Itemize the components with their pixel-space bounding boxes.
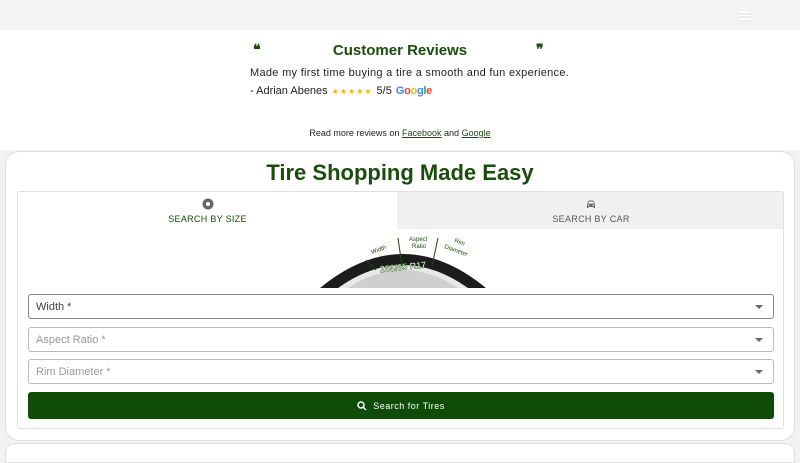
chevron-down-icon [755,338,763,342]
review-author: - Adrian Abenes [250,85,328,97]
tab-search-by-size[interactable]: SEARCH BY SIZE [18,192,397,229]
search-tires-button[interactable]: Search for Tires [28,392,774,419]
search-panel: SEARCH BY SIZE SEARCH BY CAR Width Aspec… [17,191,784,429]
hamburger-menu-icon[interactable] [735,9,755,23]
page-title: Tire Shopping Made Easy [266,160,534,185]
rim-label-1: Rim [453,238,465,247]
width-select[interactable]: Width * [28,294,774,319]
tire-search-card: Tire Shopping Made Easy SEARCH BY SIZE S… [5,151,795,441]
aspect-label-2: Ratio [412,244,427,250]
review-text: Made my first time buying a tire a smoot… [250,67,570,79]
chevron-down-icon [755,370,763,374]
reviews-title: Customer Reviews [332,42,468,59]
google-logo: Google [395,85,432,97]
read-more-reviews: Read more reviews on Facebook and Google [309,128,491,138]
facebook-link[interactable]: Facebook [402,128,442,138]
tire-icon [202,198,213,210]
search-icon [357,400,367,411]
customer-reviews-section: ❝ Customer Reviews ❞ Made my first time … [0,30,800,150]
close-quote-icon: ❞ [536,42,544,58]
aspect-ratio-select[interactable]: Aspect Ratio * [28,327,774,352]
rim-diameter-select[interactable]: Rim Diameter * [28,359,774,384]
tire-size-diagram: Width Aspect Ratio Rim Diameter 265/65 R… [320,237,486,288]
top-bar [0,0,800,30]
google-link[interactable]: Google [462,128,491,138]
next-section-card [5,443,795,463]
rating-value: 5/5 [376,85,392,97]
star-rating-icon: ★★★★★ [331,86,373,96]
tab-search-by-car[interactable]: SEARCH BY CAR [397,192,783,229]
rim-label-2: Diameter [443,244,468,258]
width-label: Width [371,245,387,256]
car-icon [587,200,595,208]
review-author-line: - Adrian Abenes ★★★★★ 5/5 Google [250,85,432,97]
chevron-down-icon [755,305,763,309]
aspect-label-1: Aspect [409,237,428,243]
